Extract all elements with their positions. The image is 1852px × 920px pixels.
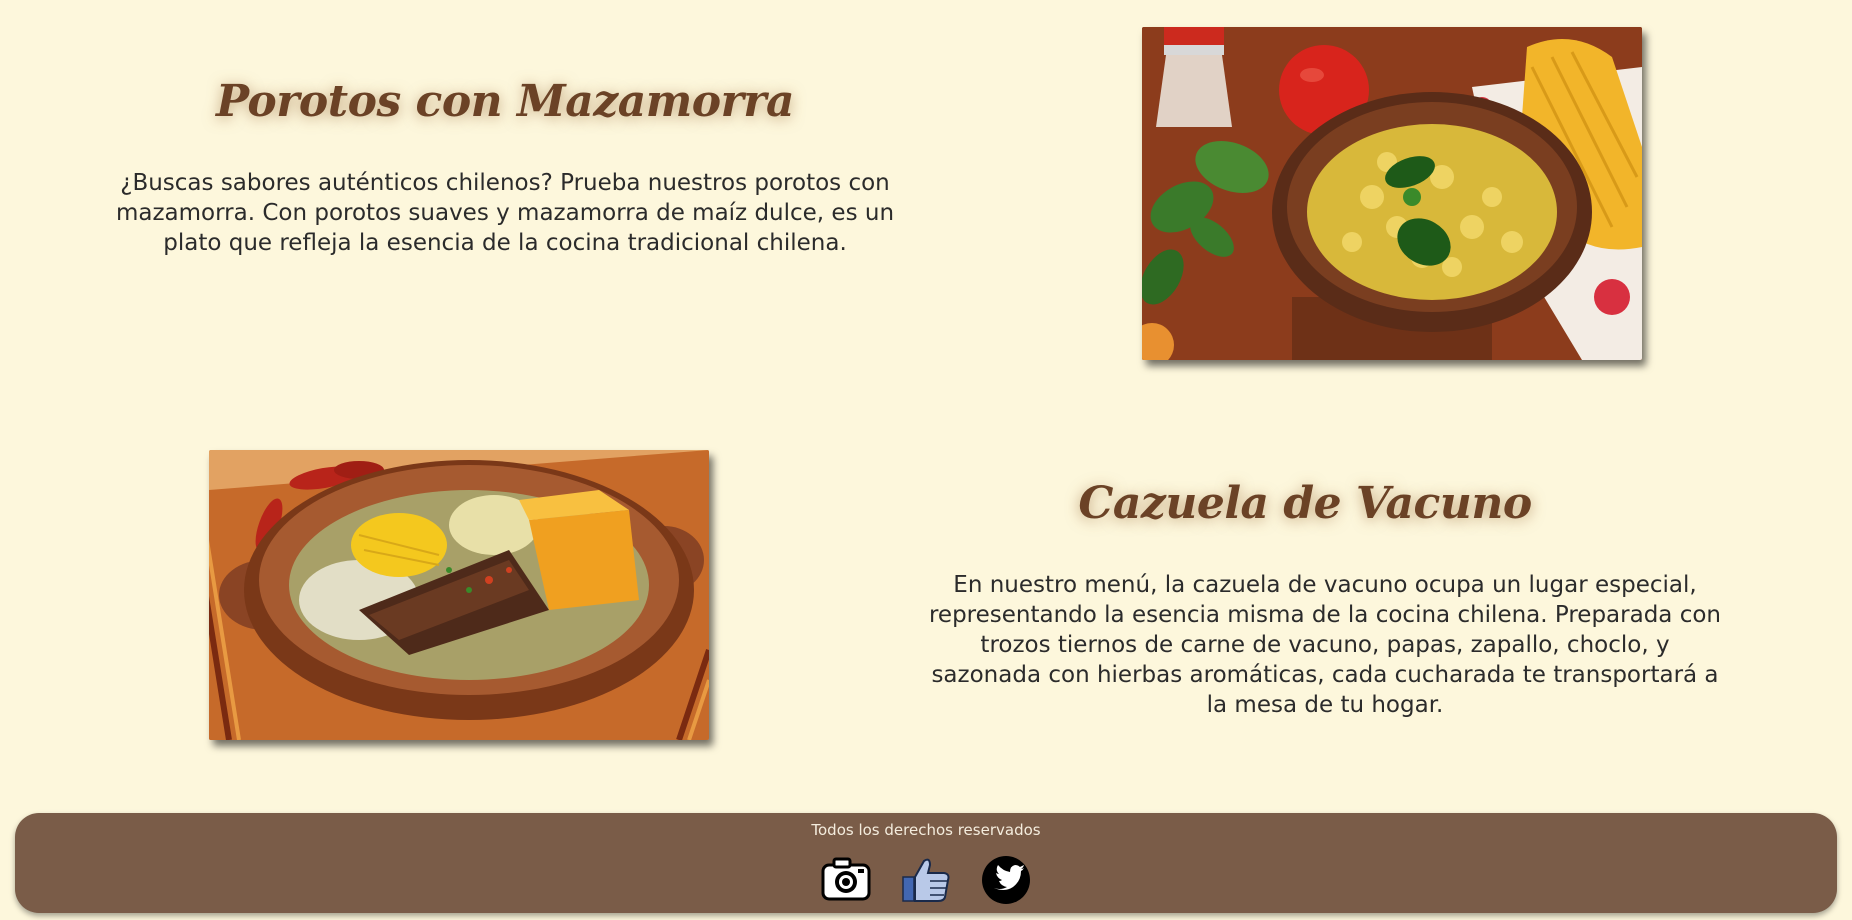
page: Porotos con Mazamorra ¿Buscas sabores au… xyxy=(0,0,1852,920)
cazuela-illustration xyxy=(209,450,709,740)
site-footer: Todos los derechos reservados xyxy=(15,813,1837,913)
footer-copyright: Todos los derechos reservados xyxy=(811,821,1041,839)
camera-icon[interactable] xyxy=(820,855,872,905)
like-icon[interactable] xyxy=(900,855,952,905)
dish-description: En nuestro menú, la cazuela de vacuno oc… xyxy=(928,572,1722,718)
dish-title: Cazuela de Vacuno xyxy=(1078,478,1532,529)
porotos-illustration xyxy=(1142,27,1642,360)
dish-section-porotos: Porotos con Mazamorra ¿Buscas sabores au… xyxy=(0,0,1852,380)
dish-title: Porotos con Mazamorra xyxy=(216,76,794,127)
porotos-photo xyxy=(1142,27,1642,360)
dish-description: ¿Buscas sabores auténticos chilenos? Pru… xyxy=(115,170,895,256)
twitter-icon[interactable] xyxy=(980,855,1032,905)
dish-section-cazuela: Cazuela de Vacuno En nuestro menú, la ca… xyxy=(0,380,1852,780)
cazuela-photo xyxy=(209,450,709,740)
